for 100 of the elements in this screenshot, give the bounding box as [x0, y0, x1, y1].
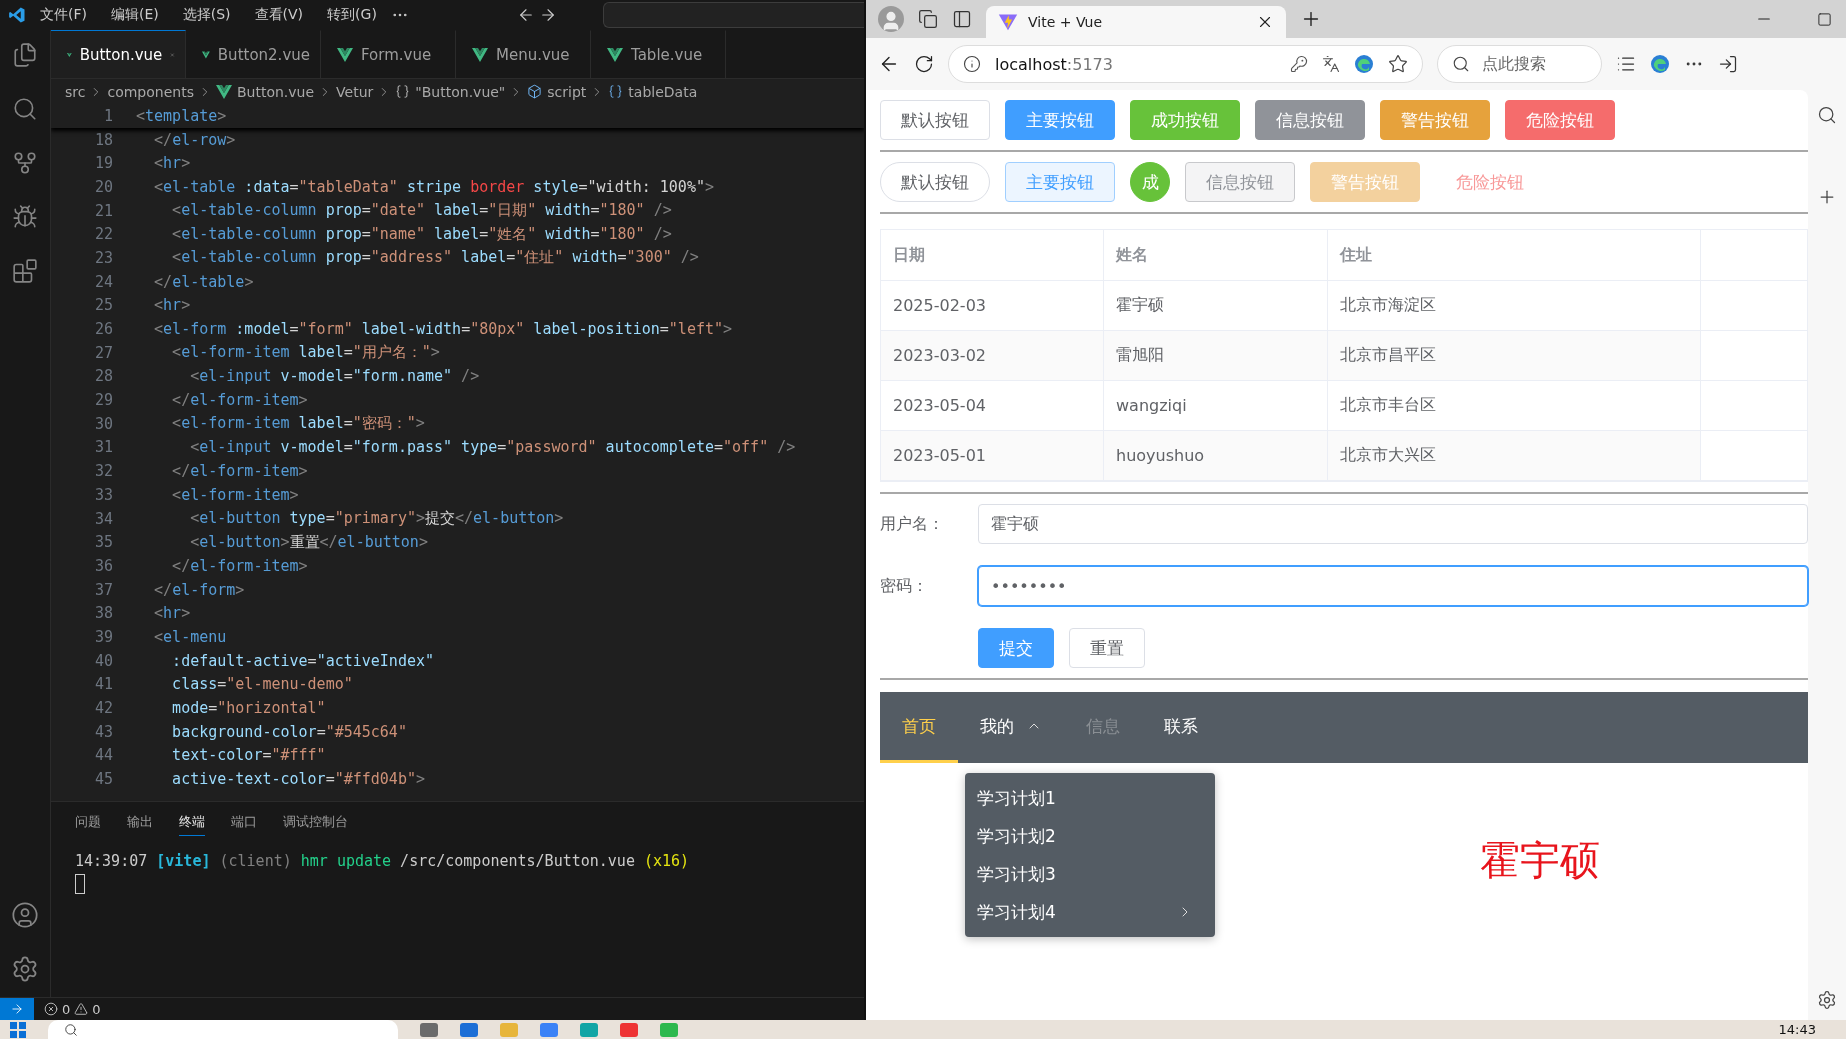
app-icon[interactable]: [460, 1022, 478, 1037]
error-icon[interactable]: [44, 1002, 58, 1016]
panel-tab[interactable]: 调试控制台: [283, 812, 348, 836]
app-icon[interactable]: [540, 1022, 558, 1037]
translate-icon[interactable]: [1322, 55, 1340, 73]
table-cell: 雷旭阳: [1104, 331, 1328, 381]
menu-entry[interactable]: 查看(V): [244, 6, 314, 24]
sidebar-icon[interactable]: [1718, 54, 1738, 74]
menu-entry[interactable]: 选择(S): [172, 6, 241, 24]
clock: 14:43: [1778, 1022, 1817, 1037]
account-icon[interactable]: [11, 901, 39, 929]
field-icon: [608, 84, 624, 99]
browser-tab[interactable]: Vite + Vue: [986, 6, 1286, 38]
line-number: 42: [93, 699, 114, 718]
search-icon[interactable]: [12, 96, 38, 122]
workspaces-icon[interactable]: [918, 9, 938, 29]
breadcrumb-item[interactable]: components: [107, 83, 194, 100]
files-icon[interactable]: [12, 42, 38, 68]
info-icon[interactable]: [963, 55, 981, 73]
code-line: </el-table>: [153, 272, 254, 291]
input-field[interactable]: 霍宇硕: [978, 504, 1808, 544]
panel-tab[interactable]: 输出: [127, 812, 153, 836]
settings-icon[interactable]: [11, 955, 39, 983]
panel-tab[interactable]: 终端: [179, 812, 205, 836]
app-icon[interactable]: [620, 1022, 638, 1037]
search-icon[interactable]: [1452, 55, 1470, 73]
code-line: <hr>: [153, 604, 191, 623]
key-icon[interactable]: [1290, 55, 1308, 73]
code-line: <hr>: [153, 154, 191, 173]
line-number: 30: [93, 414, 114, 433]
table-cell: 北京市大兴区: [1328, 431, 1701, 481]
code-line: <el-menu: [153, 627, 227, 646]
vue-icon: [337, 47, 353, 62]
action-button[interactable]: 重置: [1069, 628, 1145, 668]
address-bar[interactable]: localhost:5173: [948, 45, 1423, 83]
reload-icon[interactable]: [914, 54, 934, 74]
line-number: 35: [93, 533, 114, 552]
line-number: 31: [93, 438, 114, 457]
field-label: 密码：: [880, 575, 929, 597]
menu-entry[interactable]: 文件(F): [30, 6, 97, 24]
blocks-icon[interactable]: [12, 258, 38, 284]
line-number: 23: [93, 248, 114, 267]
code-line: :default-active="activeIndex": [171, 651, 435, 670]
menu-item[interactable]: 联系: [1142, 692, 1220, 763]
tab-actions-icon[interactable]: [952, 9, 972, 29]
warning-icon[interactable]: [74, 1002, 89, 1016]
breadcrumb-item[interactable]: Vetur: [336, 83, 374, 100]
code-line: </el-form>: [153, 580, 245, 599]
table-cell: 北京市丰台区: [1328, 381, 1701, 431]
dropdown-item[interactable]: 学习计划1: [965, 779, 1215, 817]
breadcrumb-item[interactable]: src: [65, 83, 86, 100]
breadcrumb-item[interactable]: tableData: [608, 83, 698, 100]
menu-entry[interactable]: 编辑(E): [101, 6, 169, 24]
table-cell: 2023-05-01: [881, 431, 1104, 481]
line-number: 27: [93, 343, 114, 362]
table-cell: 2023-05-04: [881, 381, 1104, 431]
settings-icon[interactable]: [1817, 990, 1837, 1010]
panel-tab[interactable]: 端口: [231, 812, 257, 836]
code-line: background-color="#545c64": [171, 722, 407, 741]
panel-tab[interactable]: 问题: [75, 812, 101, 836]
browser-essentials-icon[interactable]: [1354, 54, 1374, 74]
line-number: 45: [93, 770, 114, 789]
line-number: 41: [93, 675, 114, 694]
code-line: mode="horizontal": [171, 699, 326, 718]
action-button[interactable]: 默认按钮: [880, 162, 990, 202]
menu-item[interactable]: 首页: [880, 692, 958, 763]
breadcrumb-item[interactable]: Button.vue: [215, 83, 315, 100]
code-line: <template>: [136, 106, 227, 125]
line-number: 33: [93, 485, 114, 504]
maximize-icon[interactable]: [1817, 11, 1832, 27]
editor-tab[interactable]: Button.vue: [51, 30, 186, 78]
ie-mode-icon[interactable]: [1650, 54, 1670, 74]
action-button[interactable]: 默认按钮: [880, 100, 990, 140]
code-line: </el-form-item>: [171, 462, 308, 481]
dropdown-item[interactable]: 学习计划3: [965, 855, 1215, 893]
problems-status[interactable]: 0 0: [44, 1001, 101, 1017]
windows-logo-icon[interactable]: [10, 1021, 26, 1038]
app-icon[interactable]: [420, 1022, 438, 1037]
menu-entry[interactable]: 转到(G): [317, 6, 387, 24]
dropdown-item[interactable]: 学习计划4: [965, 893, 1215, 931]
code-line: <el-table-column prop="name" label="姓名" width="180" />: [171, 224, 672, 244]
input-field[interactable]: ••••••••: [978, 566, 1808, 606]
line-number: 32: [93, 462, 114, 481]
branch-icon[interactable]: [12, 150, 38, 176]
code-line: active-text-color="#ffd04b">: [171, 770, 425, 789]
menu-item[interactable]: 我的: [958, 692, 1064, 763]
tab-title: Vite + Vue: [1028, 14, 1103, 30]
remote-icon[interactable]: [10, 1002, 24, 1016]
bug-icon[interactable]: [12, 204, 38, 230]
line-number: 20: [93, 177, 114, 196]
breadcrumb-item[interactable]: script: [527, 83, 587, 100]
dropdown-item[interactable]: 学习计划2: [965, 817, 1215, 855]
url-text: localhost:5173: [995, 54, 1114, 74]
code-line: </el-form-item>: [171, 391, 308, 410]
code-line: <el-button type="primary">提交</el-button>: [189, 509, 564, 529]
search-field[interactable]: 点此搜索: [1437, 45, 1602, 83]
star-icon[interactable]: [1388, 54, 1408, 74]
search-icon[interactable]: [64, 1022, 78, 1037]
search-icon[interactable]: [1817, 105, 1837, 125]
breadcrumb-item[interactable]: "Button.vue": [395, 83, 506, 100]
